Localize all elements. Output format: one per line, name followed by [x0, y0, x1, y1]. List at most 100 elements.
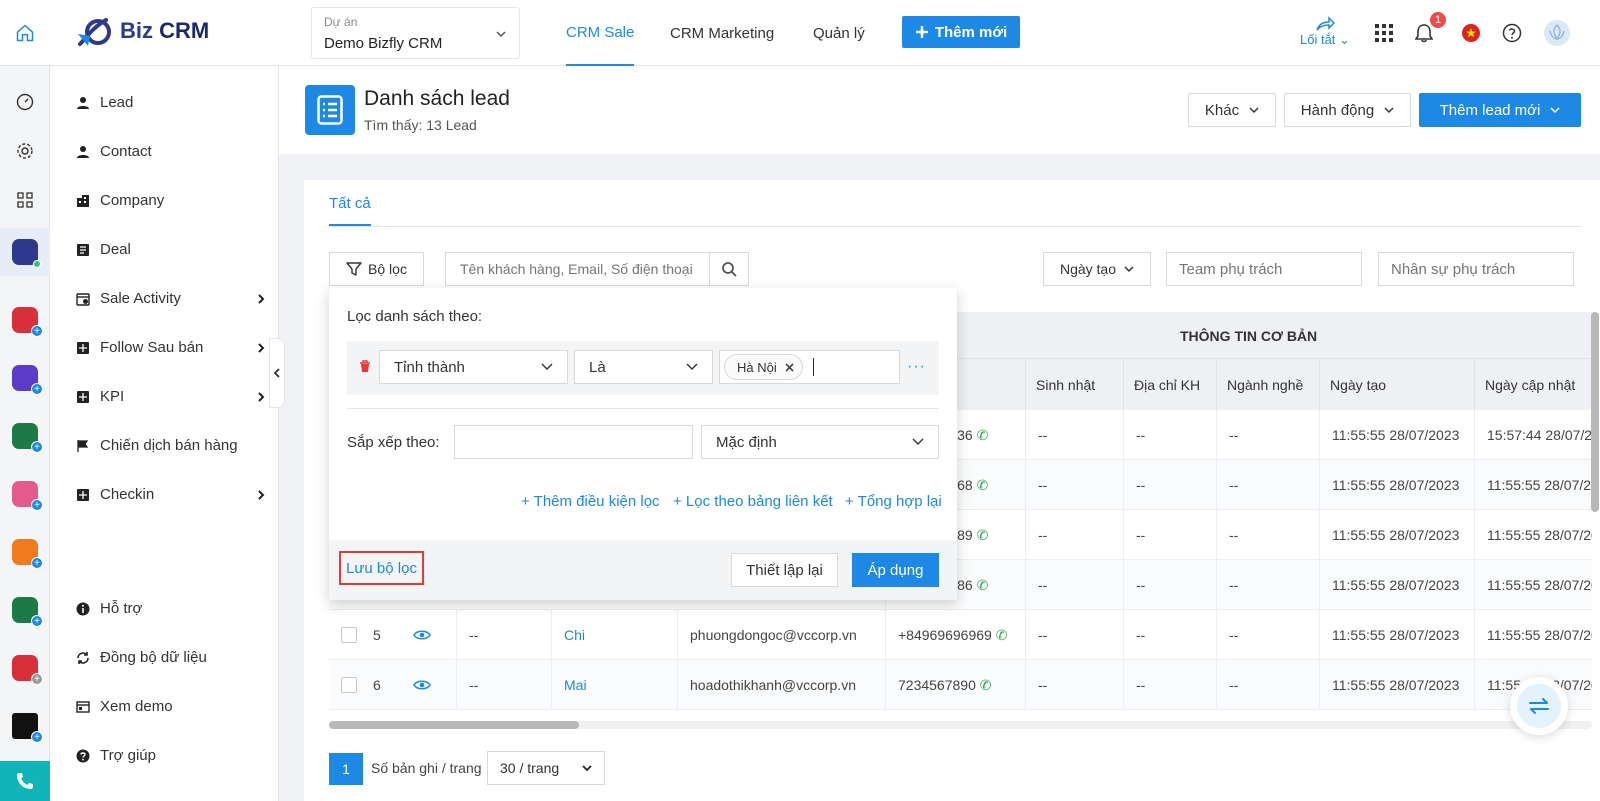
rail-app-mail-2[interactable]: +	[0, 644, 50, 692]
switch-button-inner	[1517, 684, 1561, 728]
th-birthday: Sinh nhật	[1025, 359, 1123, 411]
app-logo[interactable]: Biz CRM	[76, 14, 209, 48]
filter-by-linked-table-link[interactable]: + Lọc theo bảng liên kết	[673, 493, 833, 510]
sidebar-item-label: Company	[100, 192, 165, 209]
page-1-button[interactable]: 1	[329, 753, 363, 785]
apps-grid-button[interactable]	[1371, 20, 1397, 46]
sidebar-item-sync[interactable]: Đồng bộ dữ liệu	[76, 649, 266, 666]
eye-icon[interactable]	[413, 679, 431, 691]
row-checkbox[interactable]	[341, 677, 357, 693]
save-filter-button[interactable]: Lưu bộ lọc	[339, 551, 424, 585]
filter-popup-title: Lọc danh sách theo:	[347, 308, 483, 325]
delete-condition-button[interactable]	[359, 360, 371, 373]
vertical-scrollbar-thumb[interactable]	[1591, 312, 1599, 512]
tab-all[interactable]: Tất cả	[329, 195, 371, 226]
chevron-right-icon	[258, 342, 265, 353]
sidebar-item-label: KPI	[100, 388, 125, 405]
rail-app-shop[interactable]: +	[0, 528, 50, 576]
row-checkbox[interactable]	[341, 627, 357, 643]
cell-name[interactable]: Mai	[551, 660, 677, 710]
phone-call-icon[interactable]: ✆	[977, 527, 989, 544]
chevron-down-icon	[582, 765, 592, 772]
sidebar-item-contact[interactable]: Contact	[76, 143, 266, 160]
condition-operator-select[interactable]: Là	[574, 350, 713, 384]
rail-app-task[interactable]: +	[0, 412, 50, 460]
user-avatar[interactable]	[1544, 20, 1570, 46]
popup-divider	[347, 408, 939, 409]
sidebar-item-checkin[interactable]: Checkin	[76, 486, 266, 503]
horizontal-scrollbar-thumb[interactable]	[329, 721, 579, 729]
apply-button[interactable]: Áp dụng	[852, 553, 939, 587]
chevron-down-icon	[496, 31, 506, 38]
rail-settings[interactable]	[0, 127, 50, 175]
phone-call-icon[interactable]: ✆	[977, 427, 989, 444]
cell-created: 11:55:55 28/07/2023	[1319, 660, 1474, 710]
tab-crm-sale[interactable]: CRM Sale	[566, 0, 635, 66]
rail-app-social[interactable]: +	[0, 470, 50, 518]
rail-widgets[interactable]	[0, 176, 50, 224]
sidebar-item-demo[interactable]: Xem demo	[76, 698, 266, 715]
team-input[interactable]	[1166, 252, 1362, 286]
chevron-down-icon	[541, 363, 553, 370]
condition-field-select[interactable]: Tỉnh thành	[379, 350, 568, 384]
sort-field-input[interactable]	[454, 425, 693, 459]
phone-call-icon[interactable]: ✆	[980, 677, 992, 694]
language-button[interactable]	[1458, 20, 1484, 46]
home-button[interactable]	[0, 0, 50, 66]
sidebar-item-campaign[interactable]: Chiến dịch bán hàng	[76, 437, 266, 454]
shortcut-menu[interactable]: Lối tắt ⌄	[1300, 16, 1350, 48]
add-condition-link[interactable]: + Thêm điều kiện lọc	[521, 493, 660, 510]
rail-bizcrm[interactable]	[0, 228, 50, 276]
table-row[interactable]: 6 -- Mai hoadothikhanh@vccorp.vn 7234567…	[329, 660, 1592, 710]
eye-icon[interactable]	[413, 629, 431, 641]
rail-app-task-2[interactable]: +	[0, 586, 50, 634]
chevron-right-icon	[258, 293, 265, 304]
tab-crm-marketing[interactable]: CRM Marketing	[670, 0, 774, 66]
add-lead-button[interactable]: Thêm lead mới	[1419, 93, 1581, 127]
search-button[interactable]	[709, 252, 749, 286]
reset-button[interactable]: Thiết lập lại	[731, 553, 838, 587]
sidebar-item-support[interactable]: Hỗ trợ	[76, 600, 266, 617]
sidebar-item-sale-activity[interactable]: Sale Activity	[76, 290, 266, 307]
rail-dashboard[interactable]	[0, 78, 50, 126]
help-button[interactable]	[1499, 20, 1525, 46]
sidebar-item-kpi[interactable]: KPI	[76, 388, 266, 405]
phone-call-icon[interactable]: ✆	[977, 577, 989, 594]
sidebar-item-lead[interactable]: Lead	[76, 94, 266, 111]
rail-app-onex[interactable]: +	[0, 702, 50, 750]
more-options-button[interactable]: ···	[907, 358, 926, 376]
table-row[interactable]: 5 -- Chi phuongdongoc@vccorp.vn +8496969…	[329, 610, 1592, 660]
rail-app-chat[interactable]: +	[0, 354, 50, 402]
call-button[interactable]	[0, 761, 50, 801]
filter-button[interactable]: Bộ lọc	[329, 252, 424, 286]
result-count: Tìm thấy: 13 Lead	[364, 117, 477, 133]
sidebar-item-company[interactable]: Company	[76, 192, 266, 209]
sidebar-item-help[interactable]: Trợ giúp	[76, 747, 266, 764]
aggregate-link[interactable]: + Tổng hợp lại	[845, 493, 942, 510]
phone-call-icon[interactable]: ✆	[996, 627, 1008, 644]
tab-quan-ly[interactable]: Quản lý	[813, 0, 865, 66]
search-input[interactable]	[445, 252, 709, 286]
add-new-button[interactable]: Thêm mới	[902, 16, 1020, 48]
phone-call-icon[interactable]: ✆	[977, 477, 989, 494]
condition-value-input[interactable]: Hà Nội	[719, 350, 900, 384]
cell-name[interactable]: Chi	[551, 610, 677, 660]
sidebar-item-label: Deal	[100, 241, 131, 258]
cell-address: --	[1123, 560, 1216, 610]
floating-switch-button[interactable]	[1510, 677, 1568, 735]
action-dropdown-button[interactable]: Hành động	[1284, 93, 1411, 127]
other-dropdown-button[interactable]: Khác	[1188, 93, 1276, 127]
close-icon[interactable]	[785, 362, 794, 372]
sidebar-item-follow[interactable]: Follow Sau bán	[76, 339, 266, 356]
sort-order-select[interactable]: Mặc định	[701, 425, 939, 459]
per-page-select[interactable]: 30 / trang	[487, 751, 605, 785]
staff-input[interactable]	[1378, 252, 1574, 286]
cell-industry: --	[1216, 410, 1319, 460]
collapse-sidebar-button[interactable]	[269, 338, 285, 408]
sidebar-item-deal[interactable]: Deal	[76, 241, 266, 258]
chatbot-app-icon: +	[12, 365, 43, 395]
cell-code: --	[456, 660, 551, 710]
date-filter-select[interactable]: Ngày tạo	[1043, 252, 1151, 286]
project-selector[interactable]: Dự án Demo Bizfly CRM	[311, 7, 520, 59]
rail-app-mail[interactable]: +	[0, 296, 50, 344]
